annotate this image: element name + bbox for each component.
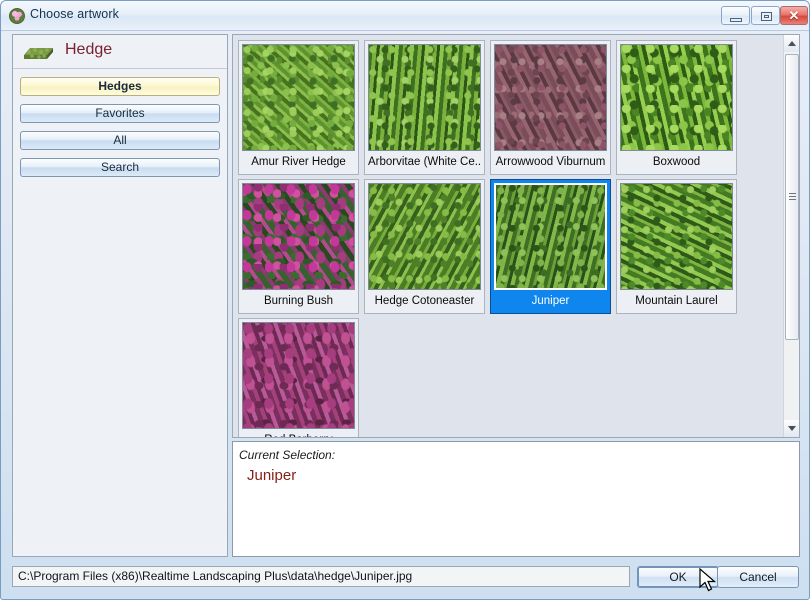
category-button-hedges[interactable]: Hedges bbox=[20, 77, 220, 96]
minimize-button[interactable] bbox=[721, 6, 750, 25]
thumbnail-label: Arrowwood Viburnum bbox=[494, 154, 607, 171]
restore-icon bbox=[761, 12, 772, 21]
ok-button[interactable]: OK bbox=[637, 566, 719, 588]
thumbnail-label: Mountain Laurel bbox=[620, 293, 733, 310]
artwork-gallery: Amur River Hedge Arborvitae (White Ce...… bbox=[232, 34, 800, 438]
thumbnail-image bbox=[620, 44, 733, 151]
window-title: Choose artwork bbox=[30, 7, 119, 21]
current-selection-panel: Current Selection: Juniper bbox=[232, 441, 800, 557]
thumbnail-image bbox=[494, 44, 607, 151]
thumbnail-label: Arborvitae (White Ce... bbox=[368, 154, 481, 171]
close-button[interactable]: ✕ bbox=[780, 6, 808, 25]
thumbnail-item[interactable]: Mountain Laurel bbox=[616, 179, 737, 314]
cancel-button[interactable]: Cancel bbox=[717, 566, 799, 588]
thumbnail-label: Juniper bbox=[531, 295, 570, 307]
thumbnail-image bbox=[242, 183, 355, 290]
thumbnail-image bbox=[368, 44, 481, 151]
thumbnail-item[interactable]: Arrowwood Viburnum bbox=[490, 40, 611, 175]
thumbnail-item[interactable]: Hedge Cotoneaster bbox=[364, 179, 485, 314]
category-list: Hedges Favorites All Search bbox=[13, 77, 227, 185]
thumbnail-item-selected[interactable]: Juniper bbox=[490, 179, 611, 314]
thumbnail-item[interactable]: Boxwood bbox=[616, 40, 737, 175]
scrollbar-thumb[interactable] bbox=[785, 54, 799, 340]
file-path-field[interactable]: C:\Program Files (x86)\Realtime Landscap… bbox=[12, 566, 630, 587]
brand-label: Hedge bbox=[65, 41, 113, 58]
scroll-down-arrow-icon[interactable] bbox=[784, 420, 799, 437]
gallery-scrollbar[interactable] bbox=[783, 35, 799, 437]
restore-button[interactable] bbox=[751, 6, 780, 25]
category-button-search[interactable]: Search bbox=[20, 158, 220, 177]
close-icon: ✕ bbox=[788, 8, 800, 23]
thumbnail-item[interactable]: Red Barberry bbox=[238, 318, 359, 437]
title-bar: Choose artwork ✕ bbox=[1, 1, 809, 31]
thumbnail-label: Red Barberry bbox=[242, 432, 355, 437]
minimize-icon bbox=[730, 18, 742, 22]
thumbnail-item[interactable]: Arborvitae (White Ce... bbox=[364, 40, 485, 175]
choose-artwork-dialog: Choose artwork ✕ Hedge Hedges Favorites … bbox=[0, 0, 810, 600]
current-selection-label: Current Selection: bbox=[239, 448, 336, 462]
brand-header: Hedge bbox=[13, 35, 227, 69]
thumbnail-label: Hedge Cotoneaster bbox=[368, 293, 481, 310]
scroll-up-arrow-icon[interactable] bbox=[784, 35, 799, 52]
hedge-block-icon bbox=[24, 48, 53, 59]
thumbnail-image bbox=[368, 183, 481, 290]
thumbnail-grid: Amur River Hedge Arborvitae (White Ce...… bbox=[233, 35, 784, 437]
thumbnail-item[interactable]: Burning Bush bbox=[238, 179, 359, 314]
sidebar: Hedge Hedges Favorites All Search bbox=[12, 34, 228, 557]
category-button-favorites[interactable]: Favorites bbox=[20, 104, 220, 123]
current-selection-value: Juniper bbox=[247, 467, 297, 484]
thumbnail-image bbox=[620, 183, 733, 290]
flower-icon bbox=[9, 8, 25, 24]
thumbnail-label: Amur River Hedge bbox=[242, 154, 355, 171]
category-button-all[interactable]: All bbox=[20, 131, 220, 150]
thumbnail-image bbox=[494, 183, 607, 290]
thumbnail-image bbox=[242, 322, 355, 429]
thumbnail-label: Boxwood bbox=[620, 154, 733, 171]
thumbnail-label: Burning Bush bbox=[242, 293, 355, 310]
thumbnail-item[interactable]: Amur River Hedge bbox=[238, 40, 359, 175]
thumbnail-image bbox=[242, 44, 355, 151]
scrollbar-grip-icon bbox=[789, 193, 796, 201]
